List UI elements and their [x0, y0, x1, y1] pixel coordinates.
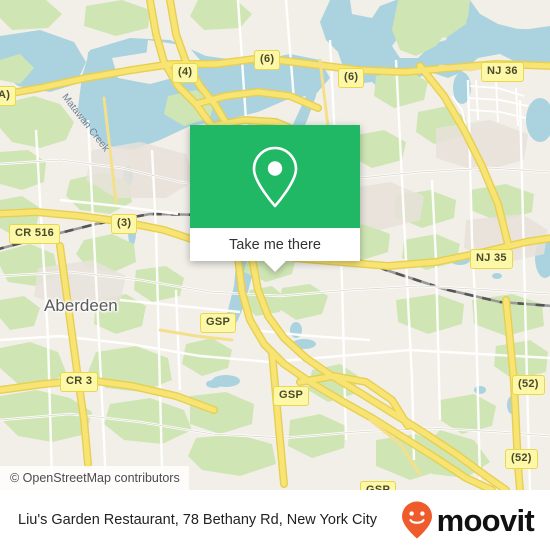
road-shield: CR 516	[9, 224, 61, 244]
moovit-wordmark: moovit	[436, 502, 535, 538]
take-me-there-label: Take me there	[229, 236, 321, 253]
moovit-logo[interactable]: moovit	[400, 500, 535, 540]
location-title: Liu's Garden Restaurant, 78 Bethany Rd, …	[18, 512, 378, 528]
road-shield: (3)	[111, 214, 138, 234]
road-shield: CR 3	[60, 372, 99, 392]
road-shield: (6)	[254, 50, 281, 70]
road-shield: (52)	[512, 375, 545, 395]
popup-card-header	[190, 125, 360, 228]
road-shield: (4)	[172, 63, 199, 83]
screenshot-root: Matawan Creek Aberdeen (4) (6) (6) NJ 36…	[0, 0, 550, 550]
road-shield: GSP	[360, 481, 397, 490]
footer-bar: Liu's Garden Restaurant, 78 Bethany Rd, …	[0, 490, 550, 550]
moovit-pin-smiley-icon	[401, 501, 432, 539]
osm-attribution[interactable]: © OpenStreetMap contributors	[0, 466, 189, 491]
road-shield: GSP	[200, 313, 237, 333]
road-shield: (52)	[505, 449, 538, 469]
place-label-aberdeen: Aberdeen	[44, 296, 118, 315]
popup-card-action[interactable]: Take me there	[190, 228, 360, 272]
destination-popup-card[interactable]: Take me there	[190, 125, 360, 272]
road-shield: A)	[0, 86, 17, 106]
road-shield: NJ 35	[470, 249, 513, 269]
popup-pointer-tail	[264, 261, 286, 272]
map-pin-icon	[252, 146, 298, 207]
road-shield: (6)	[338, 68, 365, 88]
road-shield: GSP	[273, 386, 310, 406]
road-shield: NJ 36	[481, 62, 524, 82]
